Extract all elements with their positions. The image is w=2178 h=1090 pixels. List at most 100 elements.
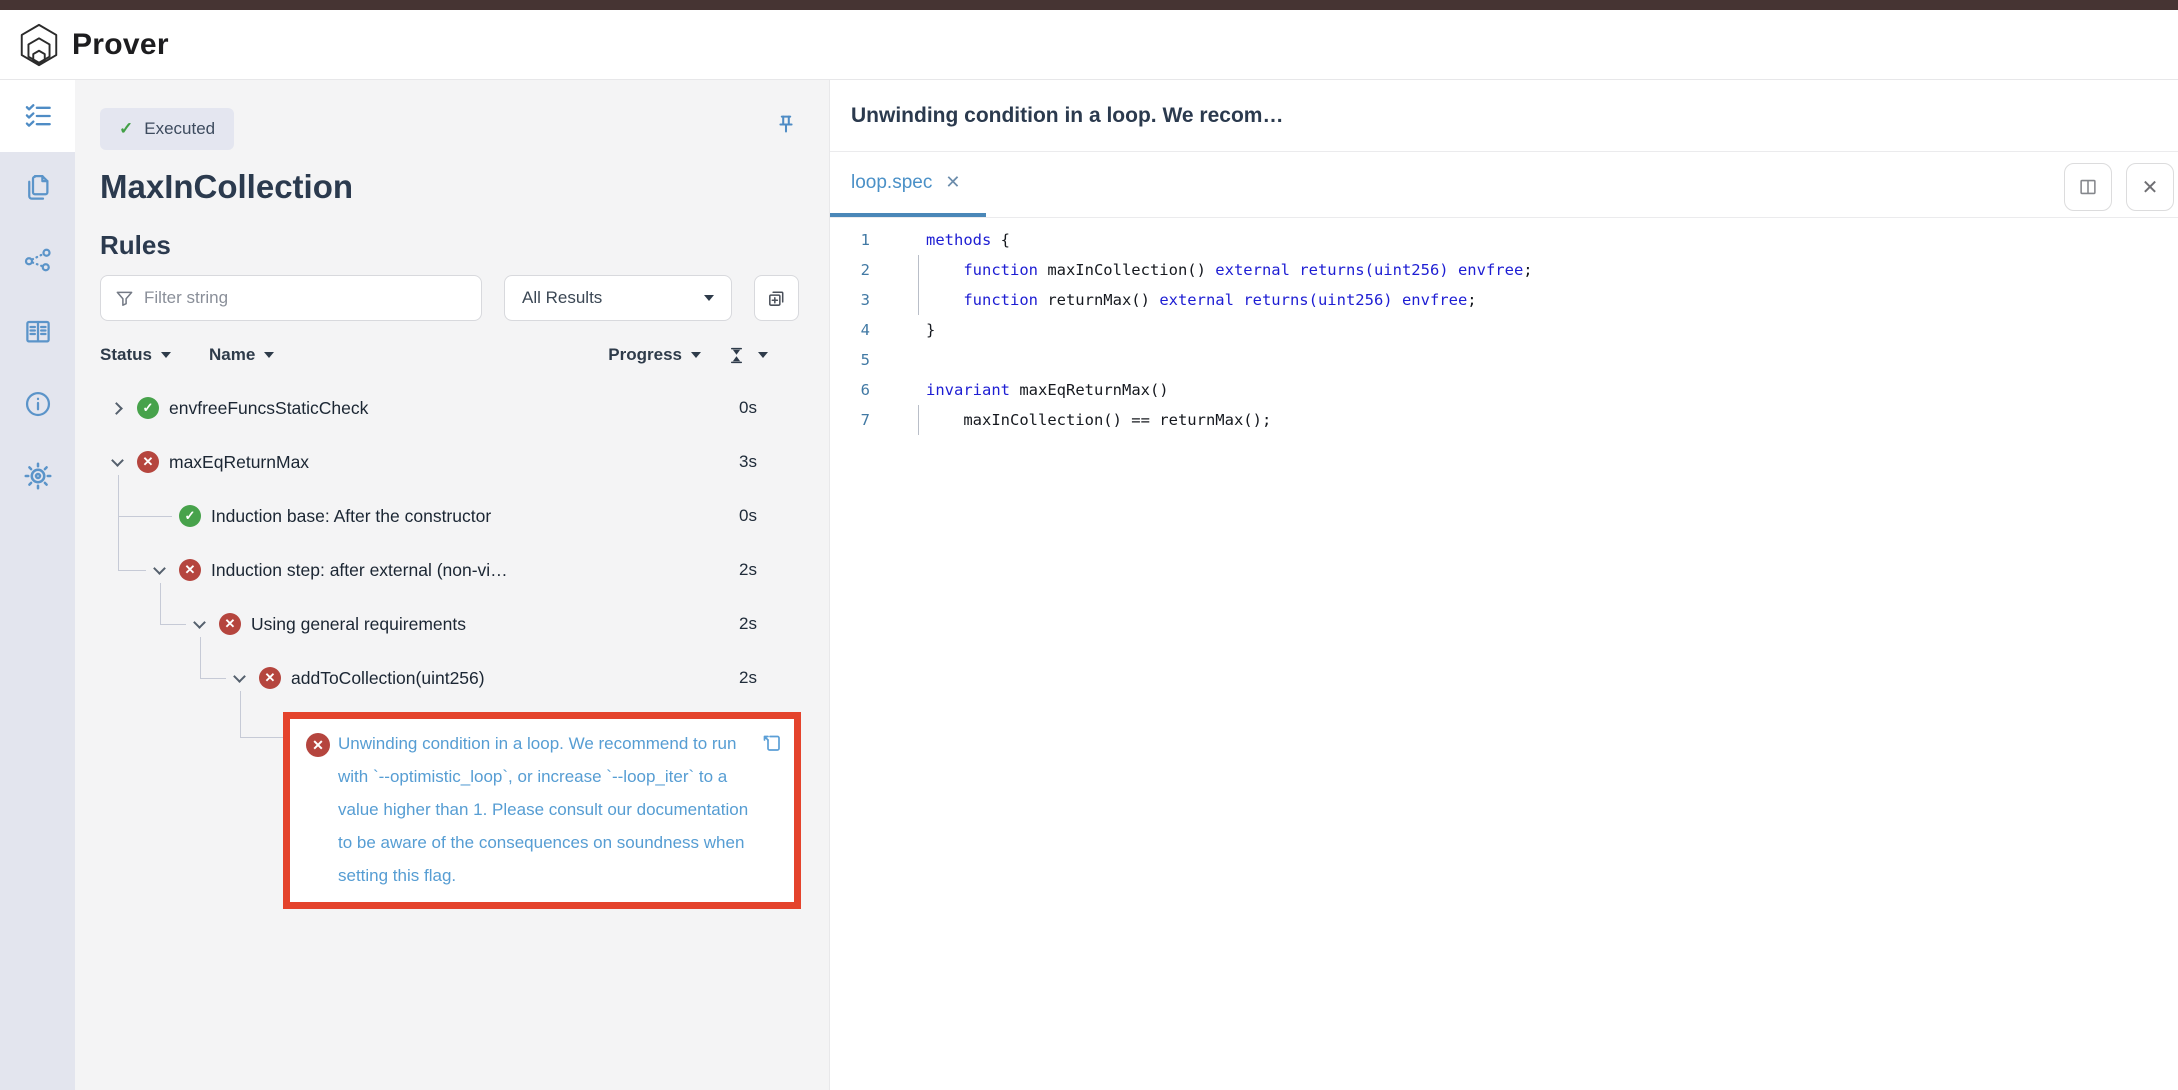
tree-connector xyxy=(160,583,161,624)
brand-title: Prover xyxy=(72,28,169,62)
detail-header: Unwinding condition in a loop. We recom… xyxy=(830,80,2178,152)
copy-icon xyxy=(760,731,784,755)
rule-name: Using general requirements xyxy=(251,614,466,635)
status-violated-icon: ✕ xyxy=(219,613,241,635)
violation-message-box[interactable]: ✕ Unwinding condition in a loop. We reco… xyxy=(283,712,801,909)
code-line: 1 methods { xyxy=(830,225,2178,255)
rule-row[interactable]: ✓ envfreeFuncsStaticCheck 0s xyxy=(100,381,800,435)
code-text xyxy=(918,345,926,375)
rule-duration: 2s xyxy=(739,668,800,688)
call-graph-icon xyxy=(23,245,53,275)
code-viewer[interactable]: 1methods {2 function maxInCollection() e… xyxy=(830,218,2178,435)
tree-expanded-caret-icon[interactable] xyxy=(231,669,249,687)
expand-results-button[interactable] xyxy=(754,275,799,321)
tab-close-icon[interactable]: ✕ xyxy=(945,172,960,193)
line-number: 7 xyxy=(830,405,870,435)
status-badge-label: Executed xyxy=(144,119,215,139)
results-filter-value: All Results xyxy=(522,288,602,308)
rules-table-header: Status Name Progress xyxy=(100,343,768,367)
copy-message-button[interactable] xyxy=(760,731,784,760)
line-number: 2 xyxy=(830,255,870,285)
sort-caret-icon[interactable] xyxy=(264,352,274,358)
split-view-button[interactable] xyxy=(2064,163,2112,211)
column-status[interactable]: Status xyxy=(100,345,152,365)
tab-loop-spec[interactable]: loop.spec ✕ xyxy=(830,152,986,217)
tree-connector xyxy=(200,678,226,679)
tree-expanded-caret-icon[interactable] xyxy=(109,453,127,471)
column-progress[interactable]: Progress xyxy=(608,345,682,365)
rule-row[interactable]: ✕maxEqReturnMax3s xyxy=(100,435,800,489)
pushpin-icon xyxy=(773,112,799,138)
tree-connector xyxy=(200,637,201,678)
tree-connector xyxy=(160,624,186,625)
rule-row[interactable]: ✓Induction base: After the constructor0s xyxy=(100,489,800,543)
code-line: 6 invariant maxEqReturnMax() xyxy=(830,375,2178,405)
tree-connector xyxy=(118,570,146,571)
code-line: 2 function maxInCollection() external re… xyxy=(830,255,2178,285)
violation-message-text: Unwinding condition in a loop. We recomm… xyxy=(338,727,756,892)
copy-plus-icon xyxy=(766,288,787,309)
hourglass-icon xyxy=(727,346,746,365)
column-name[interactable]: Name xyxy=(209,345,255,365)
rules-section-title: Rules xyxy=(100,229,829,261)
status-violated-icon: ✕ xyxy=(306,733,330,757)
results-filter-select[interactable]: All Results xyxy=(504,275,732,321)
tree-collapsed-caret-icon[interactable] xyxy=(109,399,127,417)
code-line: 7 maxInCollection() == returnMax(); xyxy=(830,405,2178,435)
code-text: invariant maxEqReturnMax() xyxy=(918,375,1169,405)
tree-expanded-caret-icon[interactable] xyxy=(151,561,169,579)
rule-name: envfreeFuncsStaticCheck xyxy=(169,398,368,419)
filter-input-wrapper xyxy=(100,275,482,321)
line-number: 6 xyxy=(830,375,870,405)
sort-caret-icon[interactable] xyxy=(161,352,171,358)
rule-row[interactable]: ✕ Using general requirements 2s xyxy=(100,597,800,651)
rule-duration: 2s xyxy=(739,614,800,634)
top-accent-strip xyxy=(0,0,2178,10)
status-verified-icon: ✓ xyxy=(137,397,159,419)
code-text: methods { xyxy=(918,225,1010,255)
detail-title: Unwinding condition in a loop. We recom… xyxy=(851,104,1283,128)
line-number: 1 xyxy=(830,225,870,255)
status-verified-icon: ✓ xyxy=(179,505,201,527)
status-violated-icon: ✕ xyxy=(137,451,159,473)
docs-book-icon xyxy=(23,317,53,347)
code-text: function maxInCollection() external retu… xyxy=(918,255,1533,285)
rule-duration: 0s xyxy=(739,398,800,418)
rules-tree: ✕ Unwinding condition in a loop. We reco… xyxy=(100,381,800,1001)
sidebar-item-documentation[interactable] xyxy=(0,296,75,368)
sidebar-item-call-graph[interactable] xyxy=(0,224,75,296)
sort-caret-icon[interactable] xyxy=(758,352,768,358)
code-line: 5 xyxy=(830,345,2178,375)
sidebar-item-files[interactable] xyxy=(0,152,75,224)
tree-connector xyxy=(240,691,241,737)
sidebar-item-settings[interactable] xyxy=(0,440,75,512)
rule-duration: 0s xyxy=(739,506,800,526)
caret-placeholder xyxy=(151,507,169,525)
check-icon: ✓ xyxy=(119,119,133,139)
rule-row[interactable]: ✕Induction step: after external (non-vi…… xyxy=(100,543,800,597)
icon-sidebar xyxy=(0,80,75,1090)
rule-name: addToCollection(uint256) xyxy=(291,668,485,689)
sort-caret-icon[interactable] xyxy=(691,352,701,358)
sidebar-item-rules[interactable] xyxy=(0,80,75,152)
editor-tab-bar: loop.spec ✕ ✕ xyxy=(830,152,2178,218)
status-badge: ✓ Executed xyxy=(100,108,234,150)
tree-expanded-caret-icon[interactable] xyxy=(191,615,209,633)
filter-row: All Results xyxy=(100,275,829,321)
line-number: 3 xyxy=(830,285,870,315)
certora-logo-icon xyxy=(16,22,62,68)
rule-duration: 2s xyxy=(739,560,800,580)
filter-string-input[interactable] xyxy=(144,288,467,308)
code-text: maxInCollection() == returnMax(); xyxy=(918,405,1271,435)
sidebar-item-info[interactable] xyxy=(0,368,75,440)
duration-column-button[interactable] xyxy=(727,346,746,365)
tree-connector xyxy=(240,737,283,738)
line-number: 4 xyxy=(830,315,870,345)
settings-gear-icon xyxy=(23,461,53,491)
rule-duration: 3s xyxy=(739,452,800,472)
info-icon xyxy=(23,389,53,419)
close-panel-button[interactable]: ✕ xyxy=(2126,163,2174,211)
code-line: 3 function returnMax() external returns(… xyxy=(830,285,2178,315)
pin-panel-button[interactable] xyxy=(773,112,799,143)
line-number: 5 xyxy=(830,345,870,375)
